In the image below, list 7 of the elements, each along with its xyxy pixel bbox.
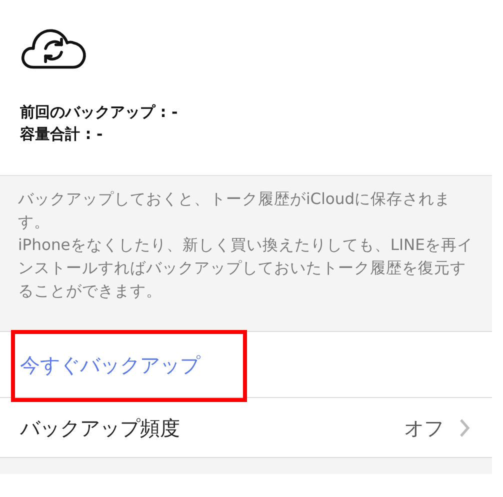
chevron-right-icon: [460, 418, 470, 436]
description-text: iPhoneをなくしたり、新しく買い換えたりしても、LINEを再インストールすればバックアップしておいたトーク履歴を復元することができます。: [18, 235, 474, 302]
description-text: バックアップしておくと、トーク履歴がiCloudに保存されます。: [18, 189, 452, 233]
backup-frequency-row[interactable]: バックアップ頻度 オフ: [0, 397, 492, 458]
cloud-sync-icon: [20, 26, 88, 71]
backup-info-text: 前回のバックアップ : -: [20, 102, 179, 123]
backup-info-text: 容量合計 : -: [20, 124, 104, 145]
